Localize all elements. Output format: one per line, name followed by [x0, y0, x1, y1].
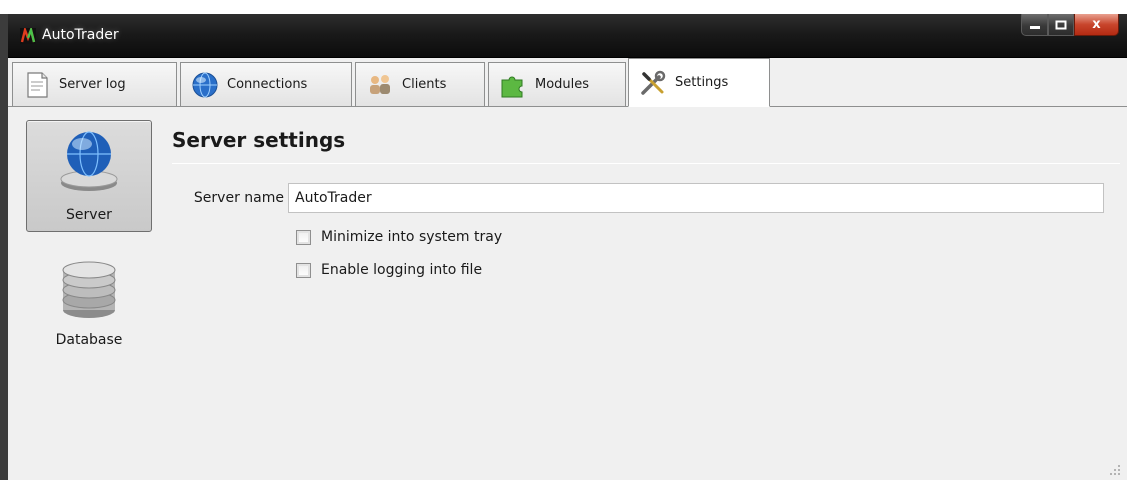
- tab-label: Clients: [402, 77, 447, 92]
- settings-sidebar: Server Database: [26, 120, 152, 358]
- globe-icon: [192, 72, 218, 97]
- minimize-icon: [1029, 25, 1040, 29]
- minimize-tray-checkbox[interactable]: [296, 229, 311, 245]
- sidebar-item-label: Database: [55, 332, 123, 348]
- tab-label: Modules: [535, 77, 590, 92]
- title-bar[interactable]: AutoTrader x: [8, 14, 1127, 58]
- users-icon: [370, 74, 390, 94]
- sidebar-item-label: Server: [66, 207, 112, 223]
- autotrader-logo-icon: [20, 28, 36, 44]
- logging-option[interactable]: Enable logging into file: [296, 262, 482, 278]
- close-icon: x: [1092, 17, 1101, 32]
- minimize-button[interactable]: [1021, 14, 1048, 36]
- maximize-button[interactable]: [1048, 14, 1074, 36]
- title-divider: [172, 163, 1120, 164]
- server-name-input[interactable]: [288, 183, 1104, 213]
- tab-settings[interactable]: Settings: [628, 58, 770, 107]
- checkbox-label: Enable logging into file: [321, 262, 483, 278]
- tab-server-log[interactable]: Server log: [12, 62, 177, 106]
- tools-icon: [641, 70, 666, 95]
- settings-panel: Server settings Server name Minimize int…: [172, 120, 1120, 278]
- close-button[interactable]: x: [1074, 14, 1119, 36]
- server-name-row: Server name: [172, 183, 1120, 213]
- minimize-tray-option[interactable]: Minimize into system tray: [296, 229, 502, 245]
- window-controls: x: [1021, 14, 1119, 38]
- server-globe-icon: [60, 131, 118, 191]
- resize-grip-icon[interactable]: [1109, 464, 1121, 476]
- sidebar-item-server[interactable]: Server: [26, 120, 152, 232]
- tab-label: Settings: [675, 75, 729, 90]
- tab-bar: Server log Connections Clients Modules S…: [8, 58, 1127, 107]
- logging-checkbox[interactable]: [296, 262, 311, 278]
- tab-connections[interactable]: Connections: [180, 62, 352, 106]
- database-icon: [62, 261, 116, 318]
- server-name-label: Server name: [193, 190, 284, 206]
- page-title: Server settings: [172, 128, 346, 152]
- maximize-icon: [1055, 20, 1067, 29]
- sidebar-item-database[interactable]: Database: [26, 246, 152, 358]
- tab-label: Connections: [227, 77, 308, 92]
- tab-modules[interactable]: Modules: [488, 62, 626, 106]
- tab-clients[interactable]: Clients: [355, 62, 485, 106]
- tab-label: Server log: [59, 77, 126, 92]
- document-icon: [27, 71, 48, 98]
- window-title: AutoTrader: [42, 27, 119, 43]
- puzzle-icon: [501, 76, 523, 97]
- checkbox-label: Minimize into system tray: [321, 229, 503, 245]
